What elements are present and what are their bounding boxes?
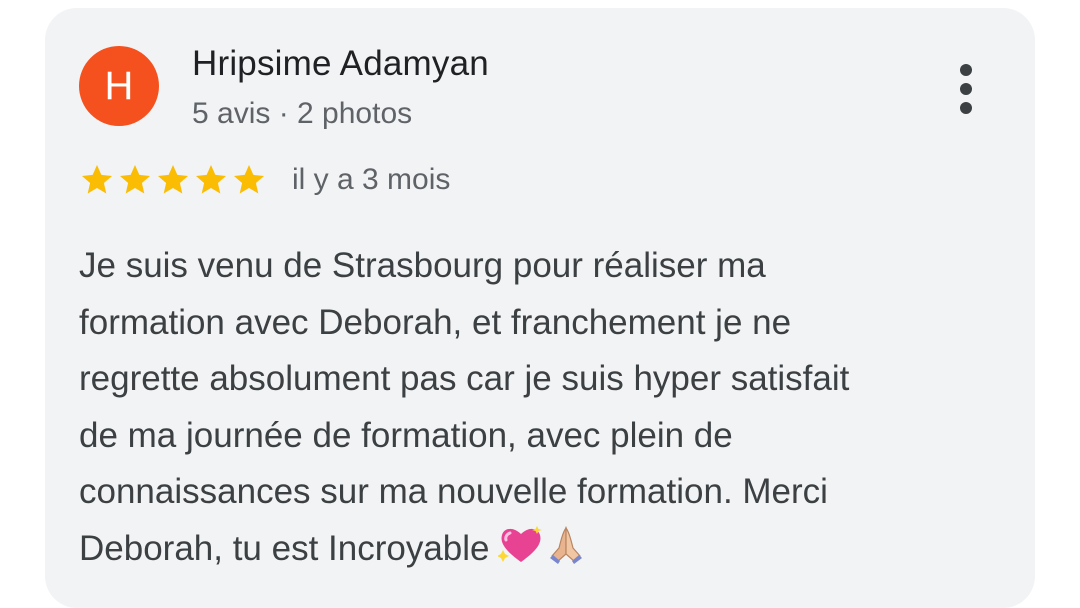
review-text: Je suis venu de Strasbourg pour réaliser… <box>79 238 1009 583</box>
more-vert-icon-dot <box>960 83 972 95</box>
review-text-line-last: Deborah, tu est Incroyable <box>79 521 1009 584</box>
star-icon <box>234 165 264 194</box>
star-icon <box>120 165 150 194</box>
review-text-line: regrette absolument pas car je suis hype… <box>79 359 850 398</box>
star-rating <box>79 162 267 198</box>
sparkling-heart-icon <box>496 524 544 584</box>
star-icon <box>82 165 112 194</box>
more-options-button[interactable] <box>951 64 981 114</box>
author-meta: 5 avis · 2 photos <box>192 97 413 130</box>
star-icon <box>196 165 226 194</box>
review-text-line: formation avec Deborah, et franchement j… <box>79 302 792 342</box>
author-name[interactable]: Hripsime Adamyan <box>192 44 489 84</box>
more-vert-icon-dot <box>960 64 972 76</box>
star-icon <box>158 165 188 194</box>
review-text-line: Deborah, tu est Incroyable <box>79 528 490 568</box>
review-time: il y a 3 mois <box>292 163 451 196</box>
review-text-line: connaissances sur ma nouvelle formation.… <box>79 472 828 511</box>
avatar[interactable]: H <box>79 46 159 126</box>
more-vert-icon-dot <box>960 102 972 114</box>
review-card: H Hripsime Adamyan 5 avis · 2 photos il … <box>45 8 1035 608</box>
review-text-line: Je suis venu de Strasbourg pour réaliser… <box>79 246 766 285</box>
review-text-line: de ma journée de formation, avec plein d… <box>79 415 733 455</box>
folded-hands-icon <box>546 524 586 584</box>
